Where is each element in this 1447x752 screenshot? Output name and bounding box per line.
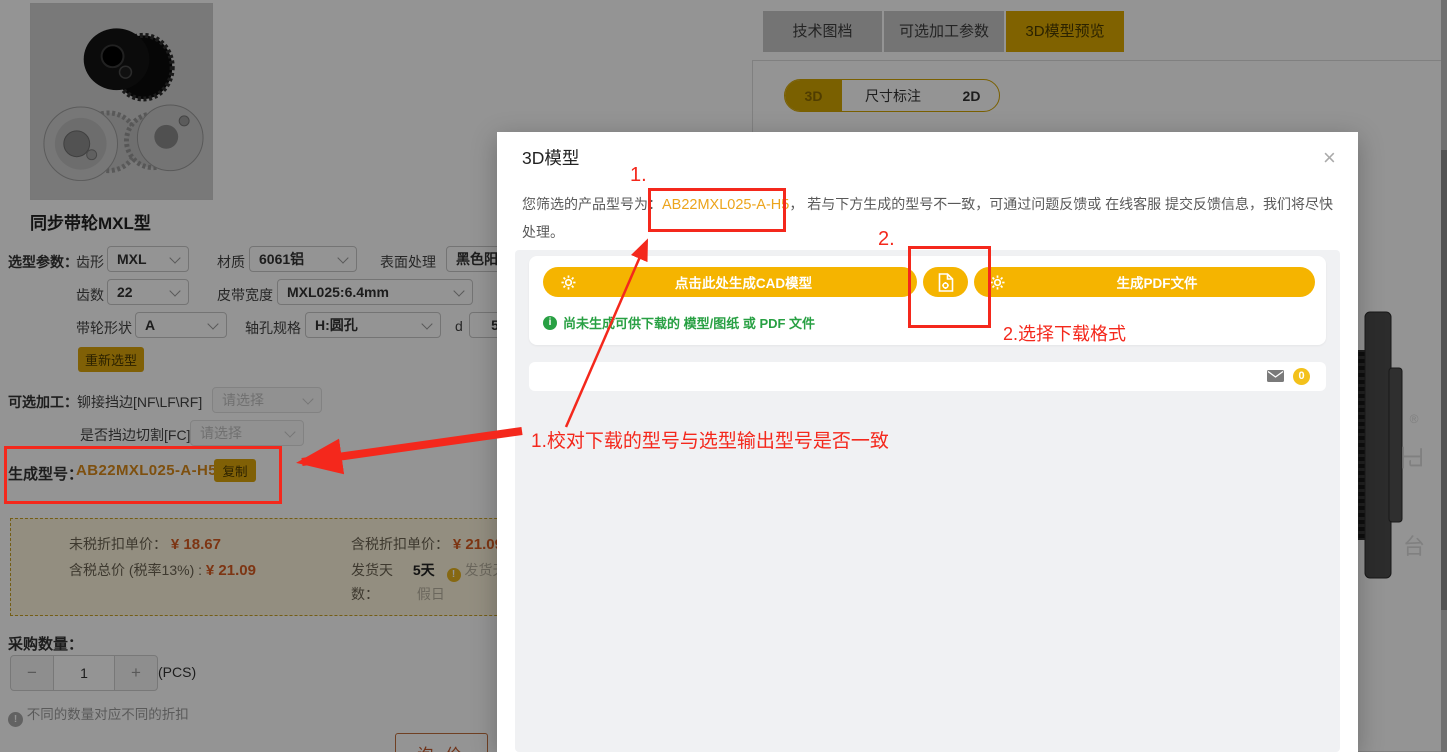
generate-cad-button[interactable]: 点击此处生成CAD模型 xyxy=(543,267,917,297)
intro-model-number: AB22MXL025-A-H5 xyxy=(662,197,789,213)
gear-icon xyxy=(990,275,1005,290)
generate-button-row: 点击此处生成CAD模型 生成PDF文件 xyxy=(543,267,1315,297)
intro-prefix: 您筛选的产品型号为： xyxy=(522,196,662,212)
3d-model-dialog: 3D模型 × 您筛选的产品型号为：AB22MXL025-A-H5， 若与下方生成… xyxy=(497,132,1358,752)
generate-pdf-label: 生成PDF文件 xyxy=(1005,272,1309,292)
dialog-body: 点击此处生成CAD模型 生成PDF文件 i xyxy=(515,250,1340,752)
generate-pdf-button[interactable]: 生成PDF文件 xyxy=(974,267,1315,297)
generate-card: 点击此处生成CAD模型 生成PDF文件 i xyxy=(529,256,1326,345)
close-icon[interactable]: × xyxy=(1323,147,1336,169)
generate-cad-label: 点击此处生成CAD模型 xyxy=(576,272,911,292)
mail-icon[interactable] xyxy=(1267,370,1284,382)
file-gear-icon xyxy=(938,273,954,292)
not-generated-text: 尚未生成可供下载的 模型/图纸 或 PDF 文件 xyxy=(563,313,815,332)
message-bar[interactable]: 0 xyxy=(529,362,1326,391)
gear-icon xyxy=(561,275,576,290)
page: 同步带轮MXL型 选型参数： 齿形 MXL 材质 6061铝 表面处理 黑色阳极… xyxy=(0,0,1447,752)
dialog-title: 3D模型 xyxy=(522,145,579,170)
info-icon: i xyxy=(543,316,557,330)
download-format-button[interactable] xyxy=(923,267,968,297)
not-generated-notice: i 尚未生成可供下载的 模型/图纸 或 PDF 文件 xyxy=(543,313,815,332)
message-count-badge: 0 xyxy=(1293,368,1310,385)
dialog-intro: 您筛选的产品型号为：AB22MXL025-A-H5， 若与下方生成的型号不一致，… xyxy=(522,191,1334,246)
